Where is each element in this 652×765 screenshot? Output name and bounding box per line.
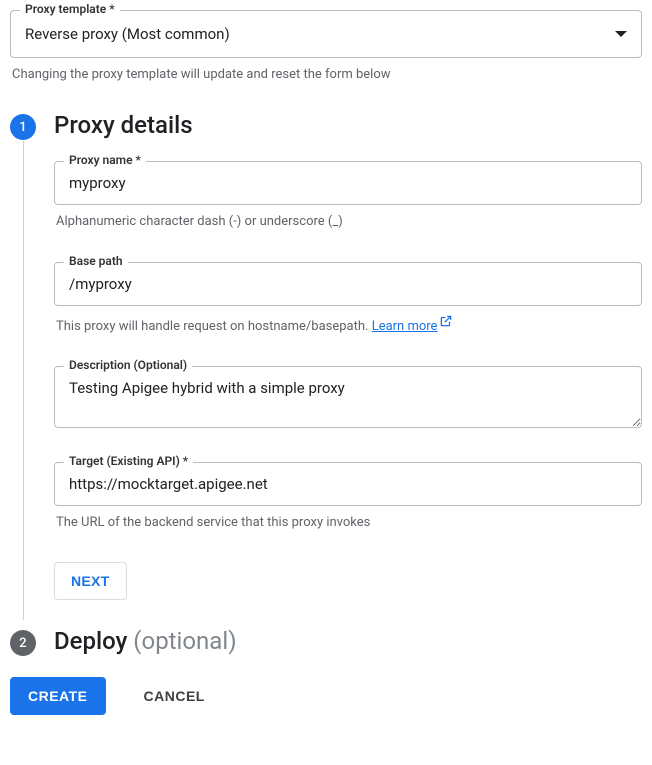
step-1-title: Proxy details (54, 110, 193, 141)
base-path-helper-text: This proxy will handle request on hostna… (56, 319, 372, 334)
proxy-name-field: Proxy name * (54, 161, 642, 205)
base-path-helper: This proxy will handle request on hostna… (56, 314, 640, 336)
base-path-label: Base path (64, 254, 128, 268)
target-input[interactable] (54, 462, 642, 506)
step-1-header: 1 Proxy details (10, 110, 642, 141)
target-label: Target (Existing API) * (64, 454, 193, 468)
target-field: Target (Existing API) * (54, 462, 642, 506)
proxy-template-field: Proxy template * Reverse proxy (Most com… (10, 10, 642, 58)
step-2-optional: (optional) (133, 627, 236, 655)
proxy-template-helper: Changing the proxy template will update … (12, 66, 640, 84)
external-link-icon (439, 314, 453, 334)
description-field: Description (Optional) (54, 366, 642, 432)
step-2-title: Deploy (optional) (54, 626, 237, 657)
next-button[interactable]: NEXT (54, 562, 127, 600)
proxy-name-helper: Alphanumeric character dash (-) or under… (56, 213, 640, 231)
proxy-name-label: Proxy name * (64, 153, 146, 167)
step-2-title-text: Deploy (54, 627, 127, 655)
step-1-body: Proxy name * Alphanumeric character dash… (23, 141, 642, 620)
chevron-down-icon (615, 31, 627, 37)
proxy-template-label: Proxy template * (20, 2, 120, 16)
proxy-template-select[interactable]: Reverse proxy (Most common) (10, 10, 642, 58)
base-path-input[interactable] (54, 262, 642, 306)
step-2-header: 2 Deploy (optional) (10, 626, 642, 657)
description-input[interactable] (54, 366, 642, 428)
base-path-field: Base path (54, 262, 642, 306)
create-button[interactable]: CREATE (10, 677, 106, 715)
target-helper: The URL of the backend service that this… (56, 514, 640, 532)
proxy-template-value: Reverse proxy (Most common) (25, 25, 230, 43)
step-1-circle: 1 (10, 114, 36, 140)
footer-buttons: CREATE CANCEL (10, 677, 642, 715)
cancel-button[interactable]: CANCEL (138, 687, 211, 705)
description-label: Description (Optional) (64, 358, 192, 372)
learn-more-link[interactable]: Learn more (372, 319, 454, 334)
step-2-circle: 2 (10, 630, 36, 656)
proxy-name-input[interactable] (54, 161, 642, 205)
